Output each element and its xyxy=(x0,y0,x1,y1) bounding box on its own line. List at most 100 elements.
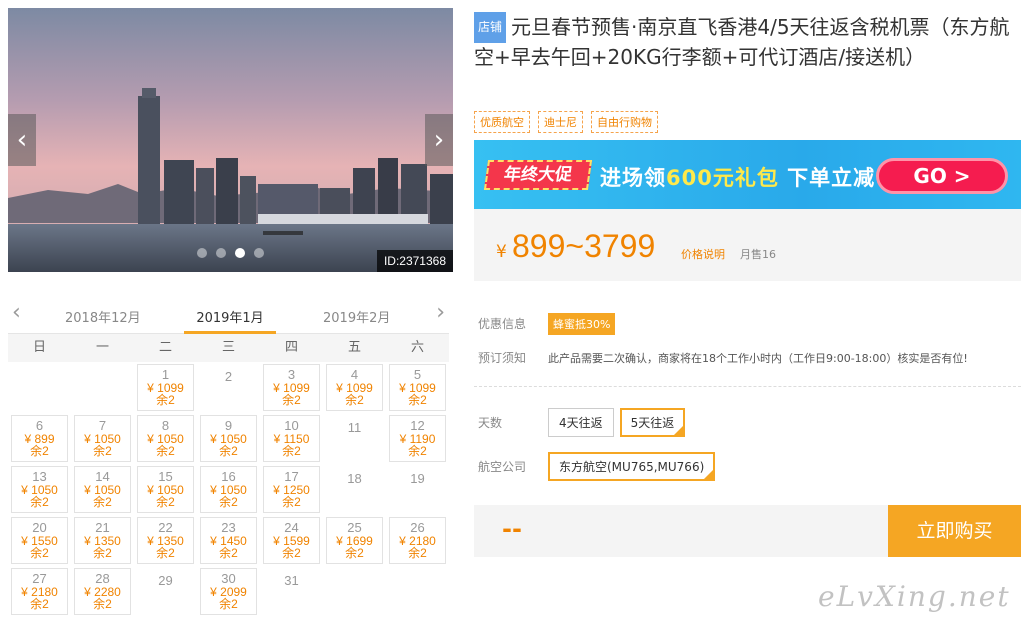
calendar-day-cell[interactable]: 20 ¥ 1550 余2 xyxy=(8,515,71,566)
calendar-day-cell[interactable]: 26 ¥ 2180 余2 xyxy=(386,515,449,566)
weekday-label: 一 xyxy=(95,340,109,355)
price-calendar: ‹ 2018年12月 2019年1月 2019年2月 › 日 一 二 三 四 五 六 1 ¥ … xyxy=(8,296,449,617)
tag-shopping: 自由行购物 xyxy=(591,111,658,133)
calendar-day-number: 10 xyxy=(284,418,299,433)
weekday-label: 五 xyxy=(347,340,361,355)
photo-id-label: ID:2371368 xyxy=(376,250,453,272)
photo-gallery: ‹ › ID:2371368 xyxy=(8,8,453,272)
calendar-day-cell[interactable]: 14 ¥ 1050 余2 xyxy=(71,464,134,515)
calendar-day-number: 31 xyxy=(284,573,299,588)
calendar-day-cell[interactable]: 21 ¥ 1350 余2 xyxy=(71,515,134,566)
calendar-day-number: 5 xyxy=(413,367,422,382)
calendar-day-cell[interactable]: 8 ¥ 1050 余2 xyxy=(134,413,197,464)
notice-row: 预订须知 此产品需要二次确认，商家将在18个工作小时内（工作日9:00-18:00… xyxy=(478,349,968,366)
calendar-day-stock: 余2 xyxy=(282,546,301,560)
total-price: -- xyxy=(502,515,522,543)
calendar-day-stock: 余2 xyxy=(93,444,112,458)
promo-banner[interactable]: 年终大促 进场领600元礼包 下单立减 GO > xyxy=(474,140,1021,209)
gallery-next-button[interactable]: › xyxy=(425,114,453,166)
calendar-day-cell[interactable]: 22 ¥ 1350 余2 xyxy=(134,515,197,566)
calendar-day-cell: 29 xyxy=(134,566,197,617)
product-title-text: 元旦春节预售·南京直飞香港4/5天往返含税机票（东方航空+早去午回+20KG行李… xyxy=(474,15,1010,69)
purchase-bar: -- 立即购买 xyxy=(474,505,1021,557)
calendar-day-number: 28 xyxy=(95,571,110,586)
buy-now-button[interactable]: 立即购买 xyxy=(888,505,1021,557)
calendar-month-nav: ‹ 2018年12月 2019年1月 2019年2月 › xyxy=(8,296,449,334)
promo-info-row: 优惠信息 蜂蜜抵30% xyxy=(478,313,616,335)
calendar-day-stock: 余2 xyxy=(93,495,112,509)
calendar-month-next[interactable]: 2019年2月 xyxy=(323,307,390,326)
calendar-month-prev[interactable]: 2018年12月 xyxy=(65,307,141,326)
days-option-row: 天数 4天往返 5天往返 xyxy=(478,408,691,437)
gallery-dot[interactable] xyxy=(254,248,264,258)
calendar-day-number: 16 xyxy=(221,469,236,484)
banner-badge: 年终大促 xyxy=(483,160,593,190)
calendar-day-number: 19 xyxy=(410,471,425,486)
gallery-dot[interactable] xyxy=(235,248,245,258)
days-label: 天数 xyxy=(478,416,503,430)
calendar-day-cell: 31 xyxy=(260,566,323,617)
option-airline-mu[interactable]: 东方航空(MU765,MU766) xyxy=(548,452,716,481)
calendar-day-cell[interactable]: 27 ¥ 2180 余2 xyxy=(8,566,71,617)
option-4-days[interactable]: 4天往返 xyxy=(548,408,614,437)
calendar-month-current[interactable]: 2019年1月 xyxy=(184,307,276,326)
calendar-day-number: 26 xyxy=(410,520,425,535)
calendar-day-number: 12 xyxy=(410,418,425,433)
calendar-day-cell[interactable]: 1 ¥ 1099 余2 xyxy=(134,362,197,413)
price-note-link[interactable]: 价格说明 xyxy=(681,246,725,262)
banner-go-button[interactable]: GO > xyxy=(876,158,1008,194)
gallery-dot[interactable] xyxy=(197,248,207,258)
calendar-day-cell[interactable]: 9 ¥ 1050 余2 xyxy=(197,413,260,464)
hong-kong-skyline-photo xyxy=(8,8,453,272)
calendar-day-number: 2 xyxy=(224,369,233,384)
calendar-next-icon[interactable]: › xyxy=(436,300,445,325)
price-currency: ¥ xyxy=(496,242,507,262)
calendar-day-cell[interactable]: 5 ¥ 1099 余2 xyxy=(386,362,449,413)
gallery-prev-button[interactable]: ‹ xyxy=(8,114,36,166)
gallery-dots[interactable] xyxy=(197,248,264,258)
calendar-day-cell[interactable]: 12 ¥ 1190 余2 xyxy=(386,413,449,464)
calendar-day-cell[interactable]: 25 ¥ 1699 余2 xyxy=(323,515,386,566)
calendar-day-cell[interactable]: 10 ¥ 1150 余2 xyxy=(260,413,323,464)
calendar-day-cell[interactable]: 17 ¥ 1250 余2 xyxy=(260,464,323,515)
divider xyxy=(474,386,1021,387)
calendar-day-number: 20 xyxy=(32,520,47,535)
calendar-day-stock: 余2 xyxy=(30,597,49,611)
calendar-day-cell[interactable]: 24 ¥ 1599 余2 xyxy=(260,515,323,566)
promo-label: 优惠信息 xyxy=(478,317,527,331)
option-5-days[interactable]: 5天往返 xyxy=(619,408,686,437)
calendar-day-stock: 余2 xyxy=(30,546,49,560)
tag-quality-airline: 优质航空 xyxy=(474,111,530,133)
calendar-day-cell: 19 xyxy=(386,464,449,515)
weekday-label: 四 xyxy=(284,340,298,355)
gallery-dot[interactable] xyxy=(216,248,226,258)
calendar-day-stock: 余2 xyxy=(282,495,301,509)
shop-tag: 店铺 xyxy=(474,12,507,43)
calendar-prev-icon[interactable]: ‹ xyxy=(12,300,21,325)
calendar-day-cell[interactable]: 4 ¥ 1099 余2 xyxy=(323,362,386,413)
calendar-day-stock: 余2 xyxy=(345,393,364,407)
calendar-day-stock: 余2 xyxy=(282,393,301,407)
calendar-day-stock: 余2 xyxy=(93,597,112,611)
calendar-day-number: 25 xyxy=(347,520,362,535)
calendar-day-cell[interactable]: 3 ¥ 1099 余2 xyxy=(260,362,323,413)
calendar-day-cell[interactable]: 23 ¥ 1450 余2 xyxy=(197,515,260,566)
calendar-day-stock: 余2 xyxy=(93,546,112,560)
price-box: ¥ 899~3799 价格说明 月售16 xyxy=(474,209,1021,281)
calendar-day-cell[interactable]: 30 ¥ 2099 余2 xyxy=(197,566,260,617)
calendar-day-stock: 余2 xyxy=(30,495,49,509)
calendar-day-number: 9 xyxy=(224,418,233,433)
calendar-day-cell[interactable]: 6 ¥ 899 余2 xyxy=(8,413,71,464)
calendar-day-number: 8 xyxy=(161,418,170,433)
calendar-day-number: 30 xyxy=(221,571,236,586)
weekday-label: 日 xyxy=(32,340,46,355)
calendar-day-cell[interactable]: 28 ¥ 2280 余2 xyxy=(71,566,134,617)
calendar-day-stock: 余2 xyxy=(219,495,238,509)
calendar-day-cell[interactable]: 13 ¥ 1050 余2 xyxy=(8,464,71,515)
calendar-day-stock: 余2 xyxy=(282,444,301,458)
calendar-day-cell[interactable]: 7 ¥ 1050 余2 xyxy=(71,413,134,464)
product-title-block: 店铺 元旦春节预售·南京直飞香港4/5天往返含税机票（东方航空+早去午回+20KG… xyxy=(474,12,1014,72)
calendar-day-cell[interactable]: 16 ¥ 1050 余2 xyxy=(197,464,260,515)
calendar-day-cell[interactable]: 15 ¥ 1050 余2 xyxy=(134,464,197,515)
product-tags: 优质航空 迪士尼 自由行购物 xyxy=(474,111,658,133)
